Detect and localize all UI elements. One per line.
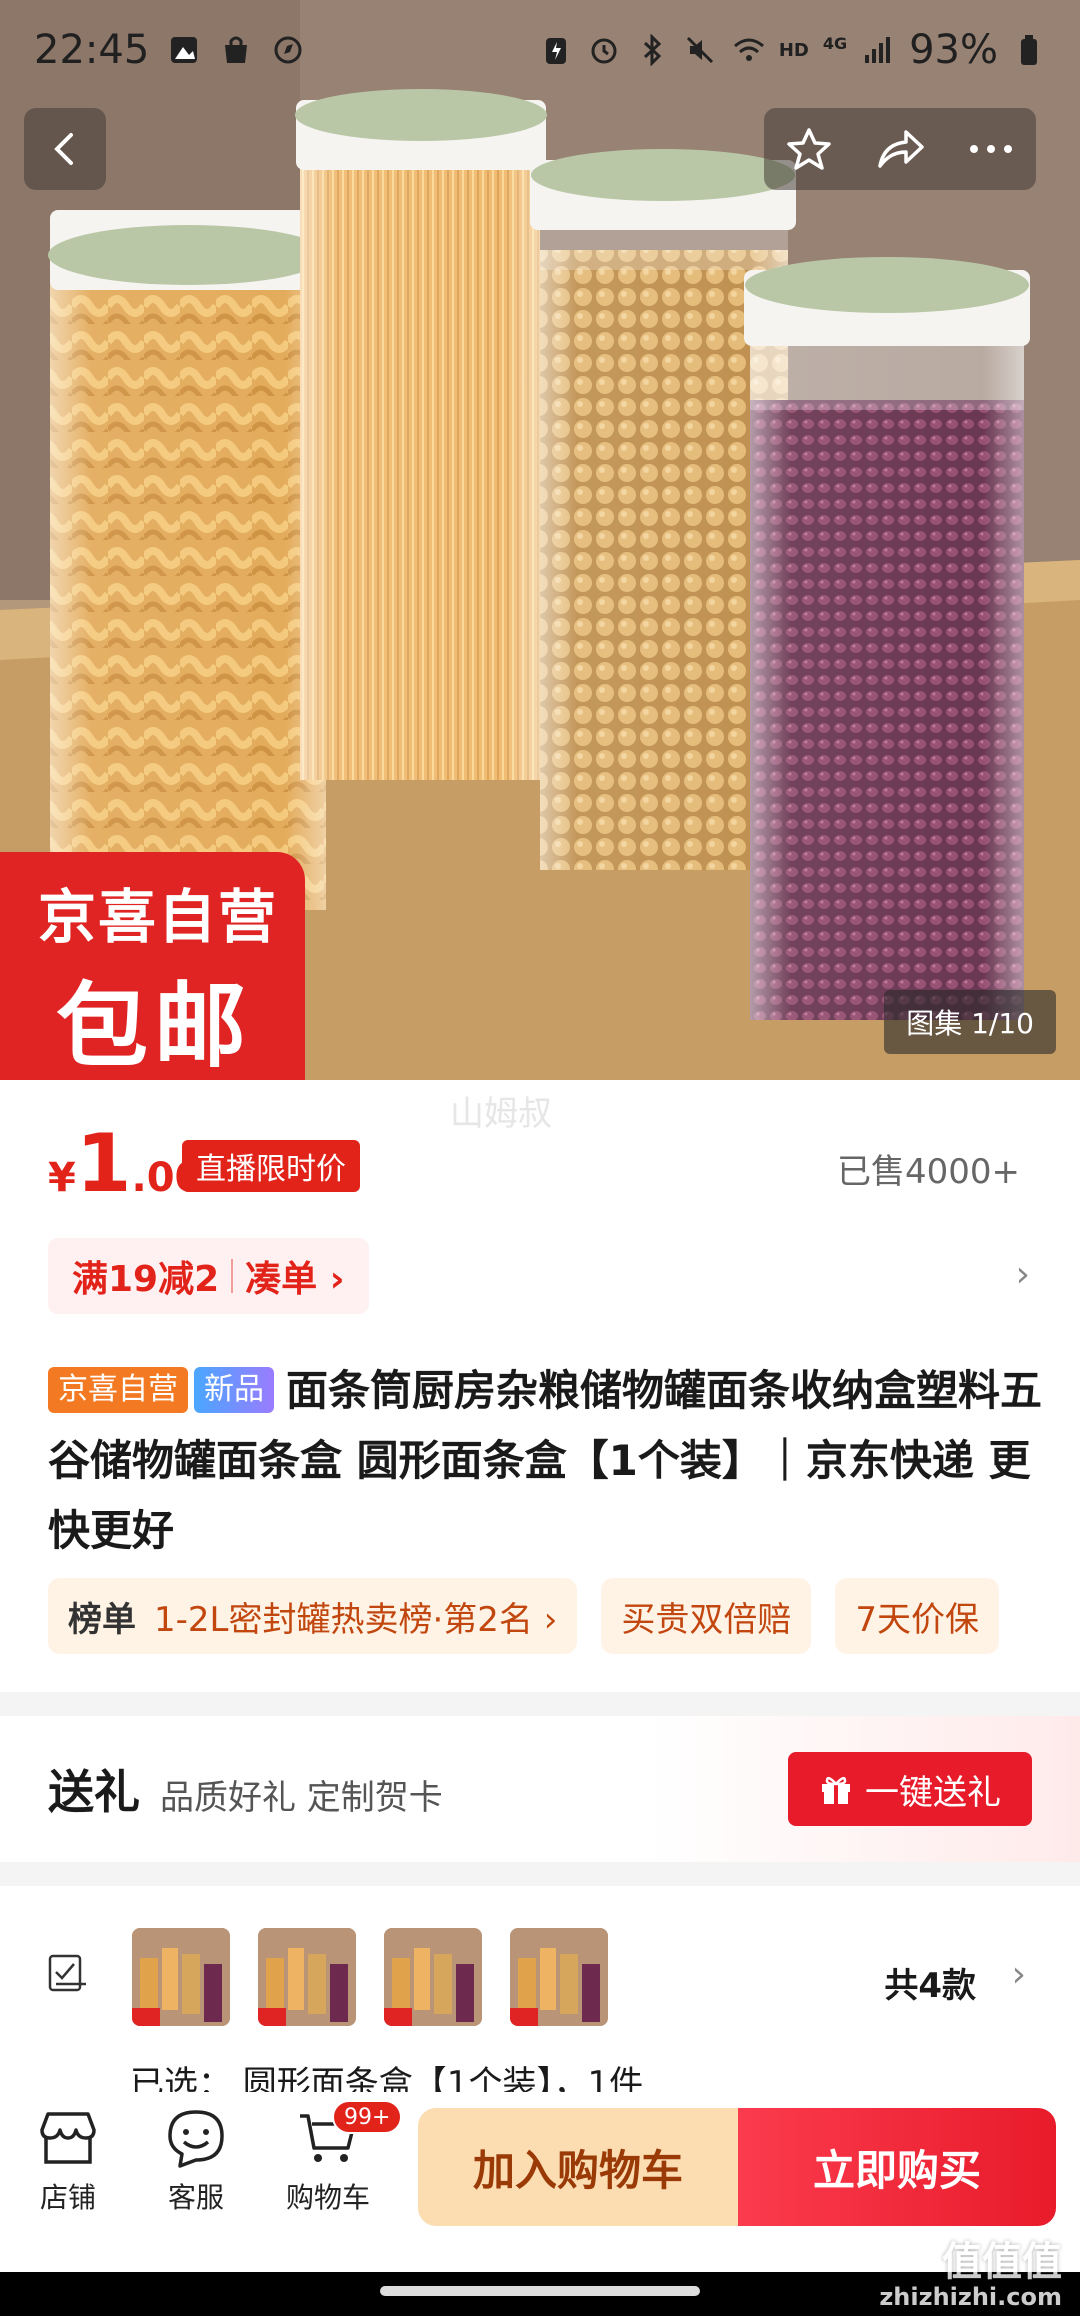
badge-store-text: 京喜自营: [38, 883, 279, 951]
variant-thumbnails: [132, 1928, 608, 2026]
favorite-button[interactable]: [774, 114, 844, 184]
promo-coupon[interactable]: 满19减2 凑单 ›: [48, 1238, 369, 1314]
price-currency: ¥: [48, 1155, 76, 1201]
back-button[interactable]: [24, 108, 106, 190]
status-bar: 22:45 HD 4G 93%: [0, 0, 1080, 100]
cart-button[interactable]: 99+ 购物车: [268, 2100, 403, 2216]
promo-discount: 满19减2: [72, 1259, 220, 1300]
chevron-left-icon: [54, 133, 73, 165]
wifi-icon: [731, 33, 765, 67]
share-icon: [878, 130, 924, 168]
product-title: 京喜自营 新品 面条筒厨房杂粮储物罐面条收纳盒塑料五谷储物罐面条盒 圆形面条盒【1个…: [48, 1356, 1048, 1566]
store-tag: 京喜自营: [48, 1367, 188, 1413]
send-gift-label: 一键送礼: [865, 1772, 1001, 1813]
customer-service-button[interactable]: 客服: [136, 2108, 256, 2216]
badge-shipping-text: 包邮: [56, 973, 253, 1080]
double-compensation-pill[interactable]: 买贵双倍赔: [601, 1578, 812, 1654]
image-watermark: 山姆叔: [450, 1094, 552, 1134]
signal-icon: [861, 33, 895, 67]
site-watermark-logo: 值值值: [942, 2239, 1062, 2285]
chevron-right-icon: ›: [1011, 1954, 1026, 1995]
site-watermark-domain: zhizhizhi.com: [879, 2283, 1062, 2311]
compass-notification-icon: [271, 33, 305, 67]
variant-thumbnail[interactable]: [384, 1928, 482, 2026]
double-compensation-label: 买贵双倍赔: [621, 1599, 792, 1640]
alarm-icon: [587, 33, 621, 67]
network-type: 4G: [822, 33, 848, 53]
customer-service-label: 客服: [167, 2181, 224, 2214]
price: ¥ 1 .00: [48, 1124, 202, 1204]
gift-subtitle: 品质好礼 定制贺卡: [160, 1778, 443, 1818]
section-divider: [0, 1692, 1080, 1716]
promo-chevron-icon[interactable]: ›: [1016, 1254, 1030, 1295]
more-dots-icon: [969, 145, 1012, 153]
add-to-cart-button[interactable]: 加入购物车: [418, 2108, 738, 2226]
variant-count: 共4款: [884, 1966, 976, 2006]
battery-percent: 93%: [909, 27, 998, 73]
new-tag: 新品: [194, 1367, 274, 1413]
battery-icon: [1012, 33, 1046, 67]
more-button[interactable]: [956, 114, 1026, 184]
bluetooth-icon: [635, 33, 669, 67]
site-watermark: 值值值 zhizhizhi.com: [879, 2240, 1062, 2310]
buy-now-button[interactable]: 立即购买: [738, 2108, 1056, 2226]
ranking-label: 1-2L密封罐热卖榜·第2名 ›: [154, 1599, 558, 1640]
shop-button[interactable]: 店铺: [8, 2108, 128, 2216]
product-image-gallery[interactable]: 22:45 HD 4G 93% 京喜自营 包邮 图集 1/10: [0, 0, 1080, 1080]
price-integer: 1: [75, 1117, 132, 1210]
status-time: 22:45: [34, 27, 150, 73]
checklist-icon: [46, 1952, 90, 2000]
promo-divider: [231, 1259, 234, 1293]
send-gift-button[interactable]: 一键送礼: [788, 1752, 1032, 1826]
shopping-bag-notification-icon: [219, 33, 253, 67]
selected-variant: 已选： 圆形面条盒【1个装】，1件: [130, 2064, 644, 2092]
gallery-counter[interactable]: 图集 1/10: [884, 990, 1056, 1054]
sold-count: 已售4000+: [836, 1152, 1020, 1192]
top-actions: [764, 108, 1036, 190]
price-protection-pill[interactable]: 7天价保: [835, 1578, 999, 1654]
mute-icon: [683, 33, 717, 67]
home-indicator[interactable]: [380, 2286, 700, 2296]
store-icon: [40, 2112, 96, 2164]
variant-thumbnail[interactable]: [258, 1928, 356, 2026]
gift-section: 送礼 品质好礼 定制贺卡 一键送礼: [0, 1716, 1080, 1862]
ranking-prefix: 榜单: [68, 1599, 136, 1640]
hd-indicator: HD: [778, 39, 809, 61]
service-pills: 榜单 1-2L密封罐热卖榜·第2名 › 买贵双倍赔 7天价保: [48, 1578, 999, 1654]
variant-thumbnail[interactable]: [510, 1928, 608, 2026]
variant-thumbnail[interactable]: [132, 1928, 230, 2026]
gift-title: 送礼: [48, 1765, 140, 1819]
battery-saver-icon: [539, 33, 573, 67]
free-shipping-badge: 京喜自营 包邮: [0, 852, 305, 1080]
live-price-tag: 直播限时价: [182, 1140, 360, 1192]
gallery-notification-icon: [167, 33, 201, 67]
chat-smile-icon: [168, 2110, 224, 2168]
star-icon: [787, 128, 832, 170]
variant-selector[interactable]: 共4款 › 已选： 圆形面条盒【1个装】，1件: [0, 1886, 1080, 2106]
price-protection-label: 7天价保: [855, 1599, 979, 1640]
shop-label: 店铺: [39, 2181, 96, 2214]
cart-label: 购物车: [285, 2181, 370, 2214]
ranking-pill[interactable]: 榜单 1-2L密封罐热卖榜·第2名 ›: [48, 1578, 578, 1654]
promo-action: 凑单 ›: [245, 1259, 345, 1300]
share-button[interactable]: [865, 114, 935, 184]
gift-icon: [822, 1776, 850, 1804]
cart-count-badge: 99+: [332, 2100, 403, 2134]
section-divider: [0, 1862, 1080, 1886]
